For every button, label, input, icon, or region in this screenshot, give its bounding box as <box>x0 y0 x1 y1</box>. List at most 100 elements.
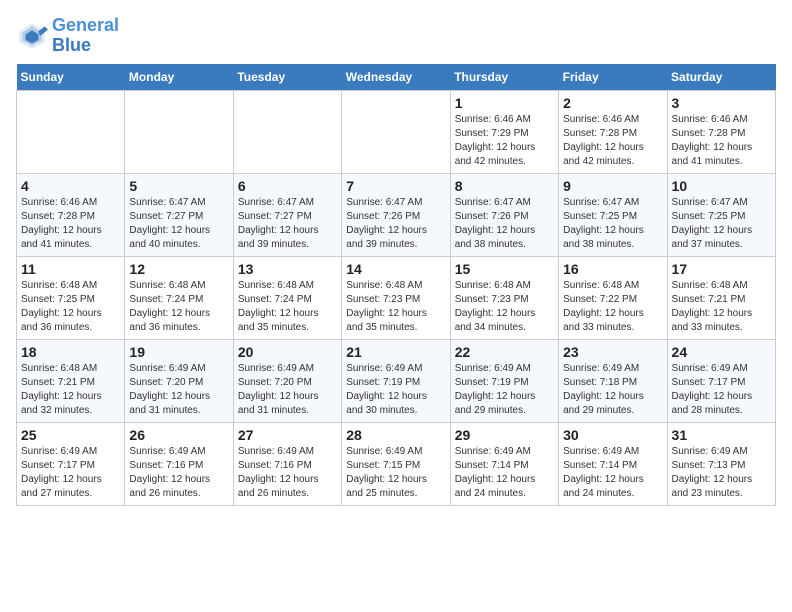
day-info: Sunrise: 6:48 AM Sunset: 7:21 PM Dayligh… <box>672 279 771 335</box>
day-number: 20 <box>238 344 337 360</box>
calendar-cell <box>125 90 233 173</box>
day-number: 8 <box>455 178 554 194</box>
day-info: Sunrise: 6:48 AM Sunset: 7:23 PM Dayligh… <box>346 279 445 335</box>
day-info: Sunrise: 6:49 AM Sunset: 7:18 PM Dayligh… <box>563 362 662 418</box>
day-number: 31 <box>672 427 771 443</box>
day-info: Sunrise: 6:47 AM Sunset: 7:25 PM Dayligh… <box>563 196 662 252</box>
day-number: 6 <box>238 178 337 194</box>
calendar-cell: 17 Sunrise: 6:48 AM Sunset: 7:21 PM Dayli… <box>667 256 775 339</box>
day-info: Sunrise: 6:49 AM Sunset: 7:19 PM Dayligh… <box>455 362 554 418</box>
day-number: 11 <box>21 261 120 277</box>
day-info: Sunrise: 6:46 AM Sunset: 7:28 PM Dayligh… <box>672 113 771 169</box>
day-number: 25 <box>21 427 120 443</box>
day-info: Sunrise: 6:47 AM Sunset: 7:25 PM Dayligh… <box>672 196 771 252</box>
calendar-cell: 1 Sunrise: 6:46 AM Sunset: 7:29 PM Daylig… <box>450 90 558 173</box>
week-row-5: 25 Sunrise: 6:49 AM Sunset: 7:17 PM Dayli… <box>17 422 776 505</box>
day-info: Sunrise: 6:48 AM Sunset: 7:24 PM Dayligh… <box>238 279 337 335</box>
day-number: 21 <box>346 344 445 360</box>
calendar-cell: 25 Sunrise: 6:49 AM Sunset: 7:17 PM Dayli… <box>17 422 125 505</box>
day-info: Sunrise: 6:48 AM Sunset: 7:23 PM Dayligh… <box>455 279 554 335</box>
calendar-cell: 23 Sunrise: 6:49 AM Sunset: 7:18 PM Dayli… <box>559 339 667 422</box>
calendar-cell: 14 Sunrise: 6:48 AM Sunset: 7:23 PM Dayli… <box>342 256 450 339</box>
calendar-cell: 7Sunrise: 6:47 AM Sunset: 7:26 PM Daylig… <box>342 173 450 256</box>
day-number: 26 <box>129 427 228 443</box>
calendar-cell: 4 Sunrise: 6:46 AM Sunset: 7:28 PM Daylig… <box>17 173 125 256</box>
calendar-cell: 3 Sunrise: 6:46 AM Sunset: 7:28 PM Daylig… <box>667 90 775 173</box>
day-info: Sunrise: 6:49 AM Sunset: 7:15 PM Dayligh… <box>346 445 445 501</box>
day-number: 1 <box>455 95 554 111</box>
week-row-4: 18 Sunrise: 6:48 AM Sunset: 7:21 PM Dayli… <box>17 339 776 422</box>
day-info: Sunrise: 6:48 AM Sunset: 7:21 PM Dayligh… <box>21 362 120 418</box>
calendar-cell: 9Sunrise: 6:47 AM Sunset: 7:25 PM Daylig… <box>559 173 667 256</box>
calendar-cell: 12 Sunrise: 6:48 AM Sunset: 7:24 PM Dayli… <box>125 256 233 339</box>
day-number: 24 <box>672 344 771 360</box>
calendar-cell: 21 Sunrise: 6:49 AM Sunset: 7:19 PM Dayli… <box>342 339 450 422</box>
calendar-cell: 31 Sunrise: 6:49 AM Sunset: 7:13 PM Dayli… <box>667 422 775 505</box>
day-info: Sunrise: 6:47 AM Sunset: 7:27 PM Dayligh… <box>129 196 228 252</box>
day-info: Sunrise: 6:48 AM Sunset: 7:22 PM Dayligh… <box>563 279 662 335</box>
day-info: Sunrise: 6:46 AM Sunset: 7:28 PM Dayligh… <box>563 113 662 169</box>
logo-text: General Blue <box>52 16 119 56</box>
day-number: 4 <box>21 178 120 194</box>
day-info: Sunrise: 6:46 AM Sunset: 7:29 PM Dayligh… <box>455 113 554 169</box>
calendar-cell: 15 Sunrise: 6:48 AM Sunset: 7:23 PM Dayli… <box>450 256 558 339</box>
day-number: 27 <box>238 427 337 443</box>
day-info: Sunrise: 6:47 AM Sunset: 7:26 PM Dayligh… <box>346 196 445 252</box>
day-number: 16 <box>563 261 662 277</box>
weekday-header-wednesday: Wednesday <box>342 64 450 91</box>
day-number: 18 <box>21 344 120 360</box>
day-info: Sunrise: 6:48 AM Sunset: 7:25 PM Dayligh… <box>21 279 120 335</box>
weekday-header-saturday: Saturday <box>667 64 775 91</box>
day-number: 29 <box>455 427 554 443</box>
calendar-cell: 30Sunrise: 6:49 AM Sunset: 7:14 PM Dayli… <box>559 422 667 505</box>
day-info: Sunrise: 6:49 AM Sunset: 7:16 PM Dayligh… <box>238 445 337 501</box>
weekday-header-sunday: Sunday <box>17 64 125 91</box>
day-number: 13 <box>238 261 337 277</box>
weekday-header-thursday: Thursday <box>450 64 558 91</box>
page-header: General Blue <box>16 16 776 56</box>
day-number: 5 <box>129 178 228 194</box>
week-row-2: 4 Sunrise: 6:46 AM Sunset: 7:28 PM Daylig… <box>17 173 776 256</box>
day-number: 2 <box>563 95 662 111</box>
day-number: 22 <box>455 344 554 360</box>
day-number: 15 <box>455 261 554 277</box>
day-number: 14 <box>346 261 445 277</box>
day-info: Sunrise: 6:49 AM Sunset: 7:20 PM Dayligh… <box>238 362 337 418</box>
calendar-cell: 29 Sunrise: 6:49 AM Sunset: 7:14 PM Dayli… <box>450 422 558 505</box>
calendar-cell: 20 Sunrise: 6:49 AM Sunset: 7:20 PM Dayli… <box>233 339 341 422</box>
weekday-header-tuesday: Tuesday <box>233 64 341 91</box>
calendar-cell <box>17 90 125 173</box>
day-info: Sunrise: 6:46 AM Sunset: 7:28 PM Dayligh… <box>21 196 120 252</box>
weekday-header-row: SundayMondayTuesdayWednesdayThursdayFrid… <box>17 64 776 91</box>
day-info: Sunrise: 6:49 AM Sunset: 7:20 PM Dayligh… <box>129 362 228 418</box>
day-info: Sunrise: 6:48 AM Sunset: 7:24 PM Dayligh… <box>129 279 228 335</box>
calendar-cell: 16 Sunrise: 6:48 AM Sunset: 7:22 PM Dayli… <box>559 256 667 339</box>
day-info: Sunrise: 6:49 AM Sunset: 7:16 PM Dayligh… <box>129 445 228 501</box>
day-info: Sunrise: 6:49 AM Sunset: 7:14 PM Dayligh… <box>563 445 662 501</box>
day-info: Sunrise: 6:49 AM Sunset: 7:13 PM Dayligh… <box>672 445 771 501</box>
weekday-header-friday: Friday <box>559 64 667 91</box>
day-info: Sunrise: 6:49 AM Sunset: 7:14 PM Dayligh… <box>455 445 554 501</box>
calendar-cell: 27 Sunrise: 6:49 AM Sunset: 7:16 PM Dayli… <box>233 422 341 505</box>
day-number: 28 <box>346 427 445 443</box>
calendar-cell <box>233 90 341 173</box>
day-number: 12 <box>129 261 228 277</box>
calendar-cell: 28 Sunrise: 6:49 AM Sunset: 7:15 PM Dayli… <box>342 422 450 505</box>
calendar-cell: 2 Sunrise: 6:46 AM Sunset: 7:28 PM Daylig… <box>559 90 667 173</box>
calendar-cell: 24 Sunrise: 6:49 AM Sunset: 7:17 PM Dayli… <box>667 339 775 422</box>
calendar-cell: 11 Sunrise: 6:48 AM Sunset: 7:25 PM Dayli… <box>17 256 125 339</box>
calendar-cell <box>342 90 450 173</box>
day-info: Sunrise: 6:49 AM Sunset: 7:19 PM Dayligh… <box>346 362 445 418</box>
day-info: Sunrise: 6:49 AM Sunset: 7:17 PM Dayligh… <box>672 362 771 418</box>
calendar-cell: 18 Sunrise: 6:48 AM Sunset: 7:21 PM Dayli… <box>17 339 125 422</box>
day-info: Sunrise: 6:49 AM Sunset: 7:17 PM Dayligh… <box>21 445 120 501</box>
calendar-table: SundayMondayTuesdayWednesdayThursdayFrid… <box>16 64 776 506</box>
week-row-3: 11 Sunrise: 6:48 AM Sunset: 7:25 PM Dayli… <box>17 256 776 339</box>
day-number: 3 <box>672 95 771 111</box>
calendar-cell: 10Sunrise: 6:47 AM Sunset: 7:25 PM Dayli… <box>667 173 775 256</box>
calendar-cell: 19Sunrise: 6:49 AM Sunset: 7:20 PM Dayli… <box>125 339 233 422</box>
day-info: Sunrise: 6:47 AM Sunset: 7:26 PM Dayligh… <box>455 196 554 252</box>
day-number: 23 <box>563 344 662 360</box>
day-number: 17 <box>672 261 771 277</box>
day-info: Sunrise: 6:47 AM Sunset: 7:27 PM Dayligh… <box>238 196 337 252</box>
